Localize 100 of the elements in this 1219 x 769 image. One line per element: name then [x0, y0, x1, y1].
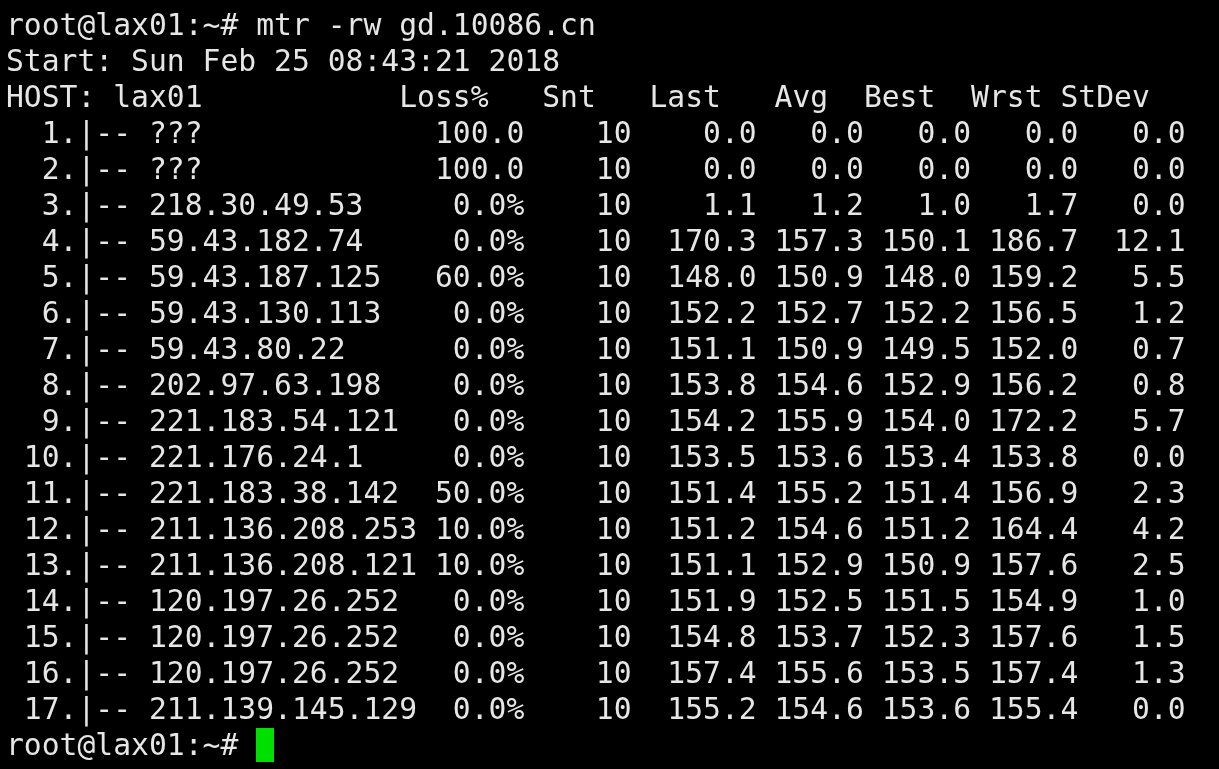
stat-value: 149.5 [880, 331, 972, 367]
stat-value: 153.8 [987, 439, 1079, 475]
stat-value: 152.0 [987, 331, 1079, 367]
stat-value: 12.1 [1113, 223, 1186, 259]
output-line: Start: Sun Feb 25 08:43:21 2018 [6, 43, 561, 79]
host-address: ??? [148, 115, 204, 151]
stat-value: 154.6 [773, 367, 864, 403]
stat-value: 151.4 [880, 475, 972, 511]
stat-value: 150.9 [773, 259, 864, 295]
stat-value: 10 [594, 547, 632, 583]
stat-value: 154.6 [773, 511, 864, 547]
stat-value: 0.0 [1023, 151, 1079, 187]
stat-value: 0.0 [916, 151, 972, 187]
stat-value: 154.9 [987, 583, 1079, 619]
column-header: Snt [541, 79, 596, 115]
stat-value: 157.6 [987, 619, 1079, 655]
stat-value: 0.0 [1130, 187, 1186, 223]
stat-value: 153.6 [773, 439, 864, 475]
stat-value: 154.2 [666, 403, 757, 439]
stat-value: 0.0% [451, 403, 525, 439]
stat-value: 0.0% [451, 619, 525, 655]
column-header: Loss% [398, 79, 489, 115]
stat-value: 150.9 [880, 547, 972, 583]
stat-value: 0.8 [1130, 367, 1186, 403]
stat-value: 172.2 [987, 403, 1079, 439]
hop-number: 6.|-- [40, 295, 132, 331]
column-header: Last [648, 79, 721, 115]
stat-value: 0.0% [451, 655, 525, 691]
stat-value: 0.0 [1130, 439, 1186, 475]
stat-value: 1.0 [1130, 583, 1186, 619]
stat-value: 156.2 [987, 367, 1079, 403]
stat-value: 4.2 [1130, 511, 1186, 547]
hop-number: 14.|-- [22, 583, 132, 619]
stat-value: 150.9 [773, 331, 864, 367]
stat-value: 0.0 [1130, 691, 1186, 727]
stat-value: 155.6 [773, 655, 864, 691]
host-address: 218.30.49.53 [148, 187, 365, 223]
stat-value: 157.3 [773, 223, 864, 259]
hop-number: 1.|-- [40, 115, 132, 151]
hop-number: 2.|-- [40, 151, 132, 187]
host-address: 221.183.38.142 [148, 475, 401, 511]
command-text: mtr -rw gd.10086.cn [256, 7, 596, 43]
stat-value: 10 [594, 115, 632, 151]
stat-value: 0.0 [702, 115, 757, 151]
host-address: 221.176.24.1 [148, 439, 365, 475]
stat-value: 0.0 [1130, 115, 1186, 151]
host-address: 120.197.26.252 [148, 619, 401, 655]
stat-value: 148.0 [666, 259, 757, 295]
hop-number: 5.|-- [40, 259, 132, 295]
stat-value: 10 [594, 403, 632, 439]
stat-value: 155.4 [987, 691, 1079, 727]
stat-value: 152.2 [880, 295, 972, 331]
stat-value: 0.0% [451, 439, 525, 475]
stat-value: 1.7 [1023, 187, 1079, 223]
host-address: ??? [148, 151, 204, 187]
host-address: 211.136.208.121 [148, 547, 418, 583]
stat-value: 159.2 [987, 259, 1079, 295]
stat-value: 152.9 [773, 547, 864, 583]
stat-value: 0.0% [451, 187, 525, 223]
stat-value: 155.2 [666, 691, 757, 727]
stat-value: 10 [594, 691, 632, 727]
stat-value: 0.0% [451, 367, 525, 403]
hop-number: 13.|-- [22, 547, 132, 583]
stat-value: 151.4 [666, 475, 757, 511]
stat-value: 154.8 [666, 619, 757, 655]
host-address: 211.139.145.129 [148, 691, 418, 727]
stat-value: 156.9 [987, 475, 1079, 511]
stat-value: 156.5 [987, 295, 1079, 331]
hop-number: 4.|-- [40, 223, 132, 259]
stat-value: 155.9 [773, 403, 864, 439]
host-address: 120.197.26.252 [148, 583, 401, 619]
stat-value: 0.0 [916, 115, 972, 151]
stat-value: 152.3 [880, 619, 972, 655]
host-address: 202.97.63.198 [148, 367, 383, 403]
host-address: 59.43.80.22 [148, 331, 347, 367]
hop-number: 10.|-- [22, 439, 132, 475]
stat-value: 153.7 [773, 619, 864, 655]
host-address: 221.183.54.121 [148, 403, 401, 439]
hop-number: 7.|-- [40, 331, 132, 367]
column-header: StDev [1059, 79, 1150, 115]
host-address: 59.43.182.74 [148, 223, 365, 259]
stat-value: 10 [594, 259, 632, 295]
stat-value: 153.6 [880, 691, 972, 727]
stat-value: 10 [594, 619, 632, 655]
host-address: 59.43.130.113 [148, 295, 383, 331]
stat-value: 157.4 [987, 655, 1079, 691]
stat-value: 150.1 [880, 223, 972, 259]
stat-value: 10 [594, 187, 632, 223]
stat-value: 157.6 [987, 547, 1079, 583]
stat-value: 154.6 [773, 691, 864, 727]
stat-value: 100.0 [433, 151, 525, 187]
stat-value: 10 [594, 151, 632, 187]
shell-prompt: root@lax01:~# [6, 727, 239, 763]
stat-value: 10.0% [433, 547, 525, 583]
stat-value: 0.0 [702, 151, 757, 187]
stat-value: 151.1 [666, 331, 757, 367]
stat-value: 148.0 [880, 259, 972, 295]
stat-value: 2.3 [1130, 475, 1186, 511]
hop-number: 12.|-- [22, 511, 132, 547]
stat-value: 100.0 [433, 115, 525, 151]
